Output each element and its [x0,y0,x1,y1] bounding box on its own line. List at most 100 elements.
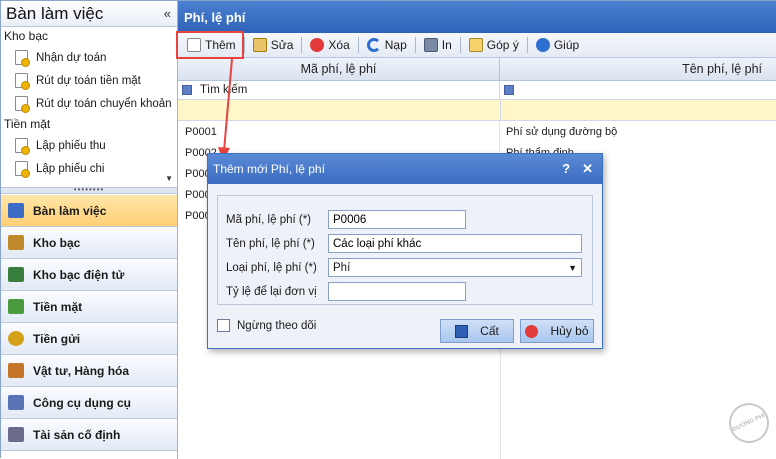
bank-network-icon [8,267,24,282]
printer-icon [423,38,438,52]
document-icon [15,161,30,178]
filter-operator-icon[interactable] [504,85,514,95]
tree-item-label: Nhận dự toán [36,51,107,64]
coins-icon [8,331,24,346]
table-row[interactable]: P0001 Phí sử dụng đường bộ [178,121,776,142]
cell-name: Phí sử dụng đường bộ [506,126,618,138]
nav-label: Bàn làm việc [33,203,107,218]
tree-item-rut-du-toan-chuyen-khoan[interactable]: Rút dự toán chuyển khoản [1,92,177,115]
chevron-down-icon[interactable]: ▼ [568,263,577,273]
cancel-icon [525,324,539,338]
refresh-label: Nạp [384,38,407,52]
add-fee-dialog: Thêm mới Phí, lệ phí ? ✕ Mã phí, lệ phí … [207,153,603,349]
cancel-button[interactable]: Hủy bỏ [520,319,594,343]
document-icon [15,138,30,155]
inactive-label: Ngừng theo dõi [237,319,317,332]
type-select[interactable]: Phí ▼ [328,258,582,277]
edit-button[interactable]: Sửa [248,34,299,56]
tools-icon [8,395,24,410]
name-input[interactable] [328,234,582,253]
nav-label: Tiền gửi [33,331,81,346]
delete-button[interactable]: Xóa [305,34,354,56]
page-title: Phí, lệ phí [178,1,776,33]
save-icon [455,324,469,338]
print-label: In [441,38,452,52]
sidebar-title: Bàn làm việc [6,3,104,23]
toolbar: Thêm Sửa Xóa Nạp In Góp ý Giúp [178,33,776,58]
feedback-button[interactable]: Góp ý [464,34,524,56]
nav-label: Công cụ dụng cụ [33,395,131,410]
print-button[interactable]: In [419,34,457,56]
bank-icon [8,235,24,250]
nav-item-cong-cu-dung-cu[interactable]: Công cụ dụng cụ [1,387,177,419]
help-icon [535,38,550,52]
help-button[interactable]: Giúp [531,34,584,56]
toolbar-separator [414,37,416,53]
annotation-highlight-box [176,31,244,59]
nav-item-tien-gui[interactable]: Tiền gửi [1,323,177,355]
ratio-row: Tỷ lệ để lại đơn vị [218,282,466,301]
scroll-down-icon[interactable]: ▼ [165,174,173,183]
dialog-title: Thêm mới Phí, lệ phí [213,162,325,176]
tree-item-lap-phieu-thu[interactable]: Lập phiếu thu [1,134,177,157]
refresh-icon [366,38,381,52]
code-input[interactable] [328,210,466,229]
nav-item-kho-bac[interactable]: Kho bạc [1,227,177,259]
refresh-button[interactable]: Nạp [362,34,412,56]
type-selected-value: Phí [333,261,351,274]
dialog-titlebar[interactable]: Thêm mới Phí, lệ phí ? ✕ [208,154,602,184]
edit-label: Sửa [270,38,294,52]
sidebar-header: Bàn làm việc « [1,1,177,27]
ratio-label: Tỷ lệ để lại đơn vị [226,285,317,298]
filter-operator-icon[interactable] [182,85,192,95]
collapse-sidebar-button[interactable]: « [164,6,171,21]
nav-item-vat-tu-hang-hoa[interactable]: Vật tư, Hàng hóa [1,355,177,387]
nav-item-tai-san-co-dinh[interactable]: Tài sản cố định [1,419,177,451]
nav-item-ban-lam-viec[interactable]: Bàn làm việc [1,195,177,227]
name-label: Tên phí, lệ phí (*) [226,237,315,250]
name-row: Tên phí, lệ phí (*) [218,234,582,253]
type-row: Loại phí, lệ phí (*) Phí ▼ [218,258,582,277]
help-icon[interactable]: ? [562,161,570,177]
inactive-checkbox[interactable] [217,319,230,332]
inactive-checkbox-row[interactable]: Ngừng theo dõi [217,319,316,332]
grid-header: Mã phí, lệ phí Tên phí, lệ phí [178,58,776,81]
document-icon [15,73,30,90]
nav-item-tien-mat[interactable]: Tiền mặt [1,291,177,323]
type-label: Loại phí, lệ phí (*) [226,261,317,274]
tree-item-nhan-du-toan[interactable]: Nhận dự toán [1,46,177,69]
ratio-input[interactable] [328,282,466,301]
code-label: Mã phí, lệ phí (*) [226,213,312,226]
tree-item-lap-phieu-chi[interactable]: Lập phiếu chi [1,157,177,180]
selected-row[interactable] [178,100,776,121]
tree-item-label: Lập phiếu chi [36,162,105,175]
sidebar-splitter[interactable]: •••••••• [1,186,177,194]
filter-row: Tìm kiếm [178,81,776,100]
nav-label: Vật tư, Hàng hóa [33,363,130,378]
feedback-label: Góp ý [486,38,519,52]
task-tree: Kho bạc Nhận dự toán Rút dự toán tiền mặ… [1,27,177,187]
cash-icon [8,299,24,314]
delete-icon [310,38,325,52]
tree-item-rut-du-toan-tien-mat[interactable]: Rút dự toán tiền mặt [1,69,177,92]
tree-group-tien-mat[interactable]: Tiền mặt [1,115,177,134]
desk-icon [8,203,24,218]
sidebar: Bàn làm việc « Kho bạc Nhận dự toán Rút … [1,1,178,459]
watermark-text: ĐƯỜNG PHÍ [731,412,767,434]
nav-label: Tiền mặt [33,299,83,314]
feedback-icon [468,38,483,52]
save-button[interactable]: Cất [440,319,514,343]
toolbar-separator [459,37,461,53]
nav-label: Kho bạc [33,235,81,250]
nav-item-kho-bac-dien-tu[interactable]: Kho bạc điện tử [1,259,177,291]
building-icon [8,427,24,442]
column-header-name[interactable]: Tên phí, lệ phí [500,58,776,80]
tree-group-kho-bac[interactable]: Kho bạc [1,27,177,46]
close-icon[interactable]: ✕ [582,161,593,177]
filter-cell-name[interactable] [500,81,522,99]
document-icon [15,50,30,67]
cancel-label: Hủy bỏ [550,324,589,338]
module-nav: Bàn làm việc Kho bạc Kho bạc điện tử Tiề… [1,195,177,451]
toolbar-separator [357,37,359,53]
nav-label: Tài sản cố định [33,427,121,442]
